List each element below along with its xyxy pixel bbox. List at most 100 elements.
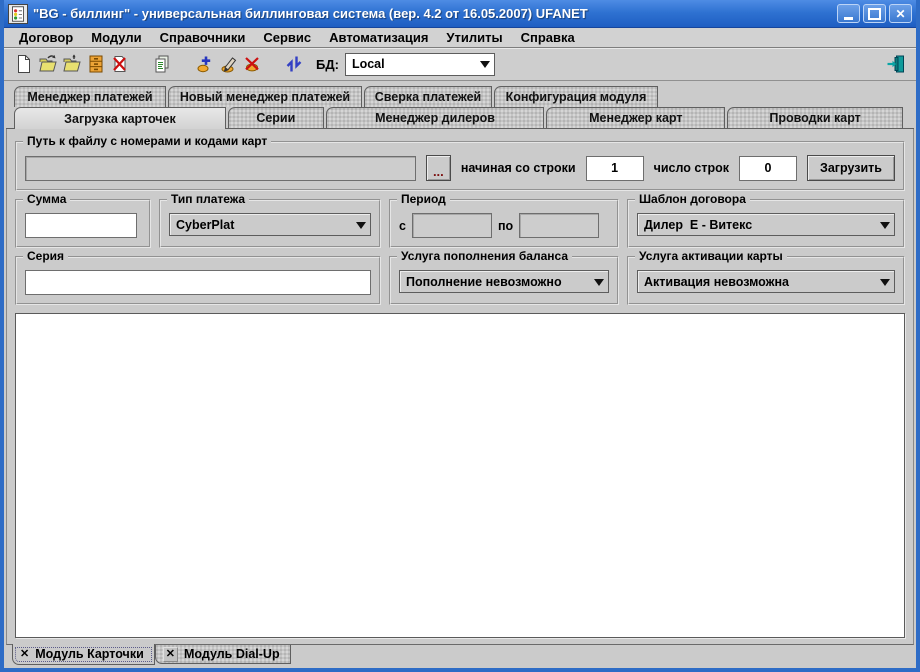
file-path-group-title: Путь к файлу с номерами и кодами карт: [23, 134, 271, 148]
start-line-label: начиная со строки: [461, 161, 576, 175]
payment-type-value: CyberPlat: [170, 218, 352, 232]
chevron-down-icon: [476, 55, 494, 73]
contract-template-value: Дилер Е - Витекс: [638, 218, 876, 232]
menu-item-avtomatizaciya[interactable]: Автоматизация: [320, 30, 437, 45]
add-record-icon: [194, 54, 214, 74]
delete-document-button[interactable]: [108, 52, 132, 76]
balance-service-select[interactable]: Пополнение невозможно: [399, 270, 609, 293]
period-to-label: по: [498, 219, 513, 233]
line-count-field[interactable]: [739, 156, 797, 181]
contract-template-select[interactable]: Дилер Е - Витекс: [637, 213, 895, 236]
close-module-icon[interactable]: [163, 647, 178, 662]
tab-row-bottom: Загрузка карточек Серии Менеджер дилеров…: [6, 107, 914, 129]
sum-group-title: Сумма: [23, 192, 70, 206]
tab-payment-manager[interactable]: Менеджер платежей: [14, 86, 166, 107]
menu-item-dogovor[interactable]: Договор: [10, 30, 82, 45]
module-tab-dialup-label: Модуль Dial-Up: [184, 647, 280, 661]
tab-series[interactable]: Серии: [228, 107, 324, 128]
tab-card-transactions[interactable]: Проводки карт: [727, 107, 903, 128]
payment-type-select[interactable]: CyberPlat: [169, 213, 371, 236]
payment-type-group-title: Тип платежа: [167, 192, 249, 206]
activation-service-select[interactable]: Активация невозможна: [637, 270, 895, 293]
tab-module-configuration[interactable]: Конфигурация модуля: [494, 86, 658, 107]
maximize-icon: [864, 5, 885, 22]
import-file-icon: [62, 54, 82, 74]
period-from-field: [412, 213, 492, 238]
copy-document-icon: [152, 54, 172, 74]
delete-document-icon: [110, 54, 130, 74]
tab-new-payment-manager[interactable]: Новый менеджер платежей: [168, 86, 362, 107]
file-path-group: Путь к файлу с номерами и кодами карт ..…: [15, 141, 905, 191]
start-line-field[interactable]: [586, 156, 644, 181]
exit-icon: [886, 54, 906, 74]
balance-service-value: Пополнение невозможно: [400, 275, 590, 289]
menu-item-moduli[interactable]: Модули: [82, 30, 150, 45]
module-tab-dialup[interactable]: Модуль Dial-Up: [155, 645, 291, 664]
toolbar: БД: Local: [4, 48, 916, 81]
period-to-field: [519, 213, 599, 238]
delete-record-button[interactable]: [240, 52, 264, 76]
tab-card-loading[interactable]: Загрузка карточек: [14, 107, 226, 129]
open-file-button[interactable]: [36, 52, 60, 76]
chevron-down-icon: [352, 216, 370, 234]
refresh-button[interactable]: [282, 52, 306, 76]
card-loading-panel: Путь к файлу с номерами и кодами карт ..…: [6, 129, 914, 645]
import-file-button[interactable]: [60, 52, 84, 76]
balance-service-group: Услуга пополнения баланса Пополнение нев…: [389, 256, 619, 305]
chevron-down-icon: [876, 273, 894, 291]
period-group-title: Период: [397, 192, 450, 206]
file-path-field: [25, 156, 416, 181]
menu-item-spravka[interactable]: Справка: [512, 30, 584, 45]
module-tab-cards-label: Модуль Карточки: [35, 647, 144, 661]
module-tab-bar: Модуль Карточки Модуль Dial-Up: [4, 645, 916, 668]
balance-service-group-title: Услуга пополнения баланса: [397, 249, 572, 263]
tab-dealer-manager[interactable]: Менеджер дилеров: [326, 107, 545, 128]
series-field[interactable]: [25, 270, 371, 295]
new-document-icon: [14, 54, 34, 74]
exit-button[interactable]: [884, 52, 908, 76]
new-document-button[interactable]: [12, 52, 36, 76]
copy-document-button[interactable]: [150, 52, 174, 76]
chevron-down-icon: [590, 273, 608, 291]
browse-button[interactable]: ...: [426, 155, 451, 181]
sum-group: Сумма: [15, 199, 151, 248]
period-from-label: с: [399, 219, 406, 233]
archive-button[interactable]: [84, 52, 108, 76]
refresh-icon: [284, 54, 304, 74]
activation-service-value: Активация невозможна: [638, 275, 876, 289]
open-file-icon: [38, 54, 58, 74]
edit-record-button[interactable]: [216, 52, 240, 76]
maximize-button[interactable]: [863, 4, 886, 23]
db-select-value: Local: [346, 57, 476, 71]
delete-record-icon: [242, 54, 262, 74]
cards-table-area[interactable]: [15, 313, 905, 638]
tab-payment-reconciliation[interactable]: Сверка платежей: [364, 86, 492, 107]
add-record-button[interactable]: [192, 52, 216, 76]
close-module-icon[interactable]: [20, 649, 29, 660]
load-button[interactable]: Загрузить: [807, 155, 895, 181]
activation-service-group: Услуга активации карты Активация невозмо…: [627, 256, 905, 305]
activation-service-group-title: Услуга активации карты: [635, 249, 787, 263]
menu-bar: Договор Модули Справочники Сервис Автома…: [4, 28, 916, 48]
app-window: "BG - биллинг" - универсальная биллингов…: [0, 0, 920, 672]
menu-item-utility[interactable]: Утилиты: [437, 30, 511, 45]
contract-template-group-title: Шаблон договора: [635, 192, 750, 206]
archive-icon: [86, 54, 106, 74]
db-select[interactable]: Local: [345, 53, 495, 76]
module-tab-cards[interactable]: Модуль Карточки: [12, 644, 155, 665]
menu-item-spravochniki[interactable]: Справочники: [151, 30, 255, 45]
edit-record-icon: [218, 54, 238, 74]
minimize-button[interactable]: [837, 4, 860, 23]
window-controls: [837, 4, 912, 23]
line-count-label: число строк: [654, 161, 729, 175]
payment-type-group: Тип платежа CyberPlat: [159, 199, 381, 248]
close-icon: [890, 5, 911, 22]
series-group-title: Серия: [23, 249, 68, 263]
chevron-down-icon: [876, 216, 894, 234]
close-button[interactable]: [889, 4, 912, 23]
sum-field[interactable]: [25, 213, 137, 238]
minimize-icon: [838, 5, 859, 22]
period-group: Период с по: [389, 199, 619, 248]
menu-item-servis[interactable]: Сервис: [254, 30, 320, 45]
tab-card-manager[interactable]: Менеджер карт: [546, 107, 725, 128]
